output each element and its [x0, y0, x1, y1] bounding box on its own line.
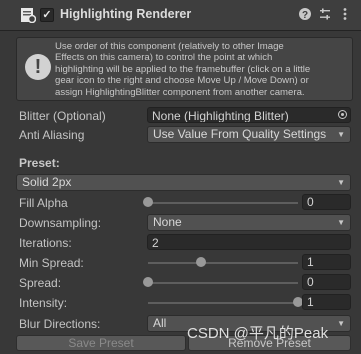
preset-dropdown[interactable]: Solid 2px ▼: [16, 174, 351, 191]
sliders-icon[interactable]: [318, 7, 332, 21]
downsampling-dropdown[interactable]: None ▼: [147, 214, 351, 231]
min-spread-slider[interactable]: [148, 262, 298, 264]
min-spread-field[interactable]: 1: [302, 254, 351, 270]
blitter-row: Blitter (Optional) None (Highlighting Bl…: [0, 107, 361, 125]
anti-aliasing-dropdown[interactable]: Use Value From Quality Settings ▼: [147, 126, 351, 143]
save-preset-button[interactable]: Save Preset: [16, 335, 186, 351]
fill-alpha-row: Fill Alpha 0: [0, 194, 361, 212]
exclamation-icon: !: [25, 54, 51, 80]
spread-row: Spread: 0: [0, 274, 361, 292]
blur-directions-label: Blur Directions:: [19, 317, 101, 331]
component-header: ✓ Highlighting Renderer ?: [0, 0, 361, 31]
preset-value: Solid 2px: [22, 175, 72, 189]
iterations-field[interactable]: 2: [147, 234, 351, 250]
min-spread-label: Min Spread:: [19, 256, 84, 270]
blur-directions-value: All: [153, 316, 167, 330]
help-line: gear icon to the right and choose Move U…: [55, 75, 309, 87]
fill-alpha-slider[interactable]: [148, 202, 298, 204]
kebab-menu-icon[interactable]: [338, 7, 352, 21]
downsampling-row: Downsampling: None ▼: [0, 214, 361, 232]
help-line: highlighting will be applied to the fram…: [55, 63, 311, 75]
chevron-down-icon: ▼: [337, 319, 345, 328]
help-line: Use order of this component (relatively …: [55, 41, 284, 52]
blitter-object-field[interactable]: None (Highlighting Blitter): [147, 107, 351, 123]
help-line: Effects on this camera) to control the p…: [55, 52, 273, 64]
question-icon[interactable]: ?: [298, 7, 312, 21]
iterations-row: Iterations: 2: [0, 234, 361, 252]
blitter-value: None (Highlighting Blitter): [152, 109, 289, 123]
spread-field[interactable]: 0: [302, 274, 351, 290]
downsampling-value: None: [153, 215, 182, 229]
chevron-down-icon: ▼: [337, 178, 345, 187]
intensity-slider[interactable]: [148, 302, 298, 304]
min-spread-slider-thumb[interactable]: [195, 257, 206, 267]
component-enabled-checkbox[interactable]: ✓: [40, 8, 54, 22]
intensity-label: Intensity:: [19, 296, 68, 310]
chevron-down-icon: ▼: [337, 218, 345, 227]
component-title: Highlighting Renderer: [60, 7, 192, 21]
anti-aliasing-row: Anti Aliasing Use Value From Quality Set…: [0, 126, 361, 144]
anti-aliasing-value: Use Value From Quality Settings: [153, 127, 327, 141]
intensity-field[interactable]: 1: [302, 294, 351, 310]
blitter-label: Blitter (Optional): [19, 109, 106, 123]
help-message: Use order of this component (relatively …: [55, 41, 350, 98]
script-component-icon: [21, 8, 36, 23]
preset-section-label: Preset:: [19, 156, 60, 170]
watermark: CSDN @平凡的Peak: [187, 325, 329, 342]
downsampling-label: Downsampling:: [19, 216, 102, 230]
spread-slider-thumb[interactable]: [143, 277, 153, 287]
iterations-label: Iterations:: [19, 236, 72, 250]
preset-row: Solid 2px ▼: [0, 174, 361, 192]
help-line: assign HighlightingBlitter component fro…: [55, 86, 305, 98]
info-help-box: ! Use order of this component (relativel…: [16, 37, 353, 101]
fill-alpha-slider-thumb[interactable]: [143, 197, 153, 207]
min-spread-row: Min Spread: 1: [0, 254, 361, 272]
intensity-row: Intensity: 1: [0, 294, 361, 312]
fill-alpha-field[interactable]: 0: [302, 194, 351, 210]
fill-alpha-label: Fill Alpha: [19, 196, 68, 210]
object-picker-icon[interactable]: [338, 110, 347, 119]
chevron-down-icon: ▼: [337, 130, 345, 139]
svg-text:?: ?: [302, 10, 308, 21]
spread-label: Spread:: [19, 276, 62, 290]
anti-aliasing-label: Anti Aliasing: [19, 128, 85, 142]
spread-slider[interactable]: [148, 282, 298, 284]
